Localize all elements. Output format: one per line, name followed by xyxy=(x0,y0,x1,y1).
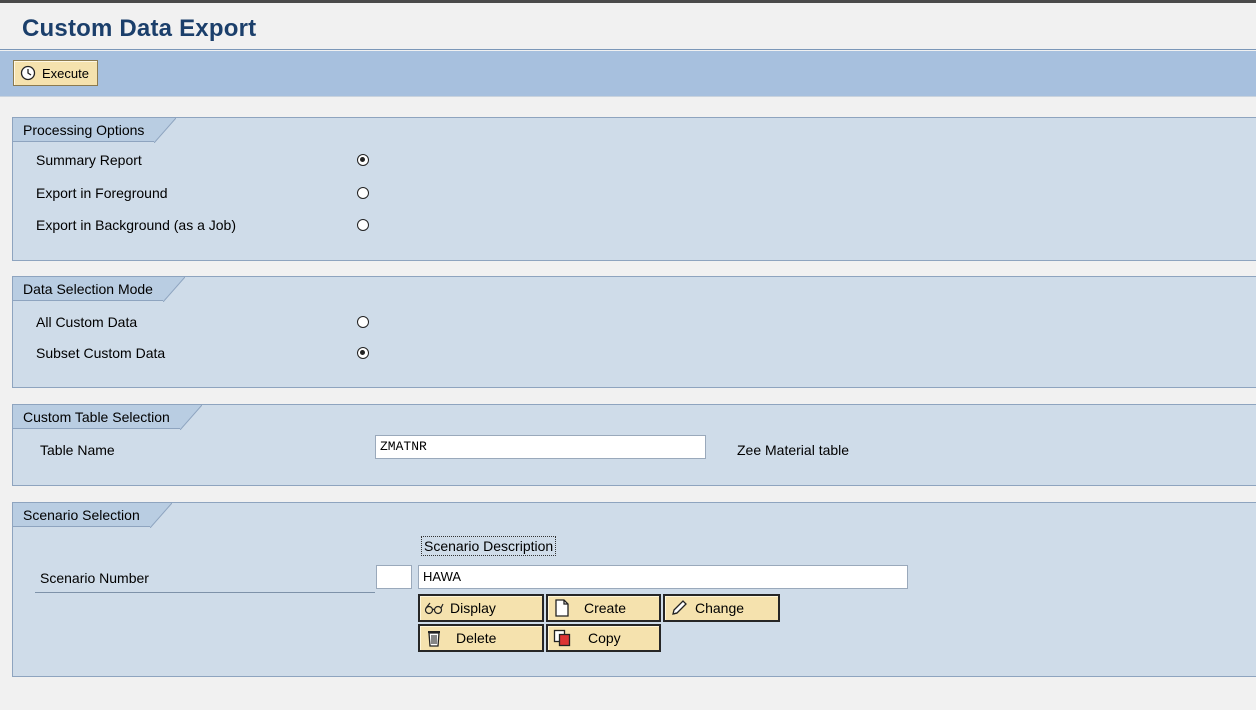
all-custom-data-label: All Custom Data xyxy=(36,314,138,330)
create-button[interactable]: Create xyxy=(546,594,661,622)
custom-table-selection-group: Custom Table Selection Table Name ZMATNR… xyxy=(12,404,1256,486)
pencil-icon xyxy=(669,598,689,618)
scenario-number-input[interactable] xyxy=(376,565,412,589)
scenario-selection-tab: Scenario Selection xyxy=(13,503,172,528)
glasses-icon xyxy=(424,598,444,618)
tab-slant-icon xyxy=(179,405,202,430)
scenario-number-label: Scenario Number xyxy=(40,570,149,586)
custom-table-selection-heading: Custom Table Selection xyxy=(13,405,180,429)
display-label: Display xyxy=(450,600,496,616)
export-background-label: Export in Background (as a Job) xyxy=(36,217,236,233)
trash-icon xyxy=(424,628,444,648)
custom-table-selection-tab: Custom Table Selection xyxy=(13,405,202,430)
export-background-radio[interactable] xyxy=(357,219,369,231)
table-name-label: Table Name xyxy=(40,442,115,458)
table-description-text: Zee Material table xyxy=(737,442,850,458)
execute-label: Execute xyxy=(42,65,89,81)
scenario-selection-heading: Scenario Selection xyxy=(13,503,150,527)
create-label: Create xyxy=(584,600,627,616)
tab-slant-icon xyxy=(149,503,172,528)
processing-options-group: Processing Options Summary Report Export… xyxy=(12,117,1256,261)
page-title: Custom Data Export xyxy=(22,15,257,42)
processing-options-heading: Processing Options xyxy=(13,118,155,142)
scenario-description-input[interactable]: HAWA xyxy=(418,565,908,589)
copy-icon xyxy=(552,628,572,648)
scenario-description-header[interactable]: Scenario Description xyxy=(421,536,557,556)
change-label: Change xyxy=(695,600,745,616)
display-button[interactable]: Display xyxy=(418,594,544,622)
execute-clock-icon xyxy=(20,65,36,81)
copy-label: Copy xyxy=(588,630,621,646)
delete-button[interactable]: Delete xyxy=(418,624,544,652)
scenario-number-underline xyxy=(35,592,375,593)
data-selection-mode-group: Data Selection Mode All Custom Data Subs… xyxy=(12,276,1256,388)
summary-report-label: Summary Report xyxy=(36,152,142,168)
change-button[interactable]: Change xyxy=(663,594,780,622)
data-selection-mode-heading: Data Selection Mode xyxy=(13,277,163,301)
all-custom-data-radio[interactable] xyxy=(357,316,369,328)
tab-slant-icon xyxy=(162,277,185,302)
table-name-input[interactable]: ZMATNR xyxy=(375,435,706,459)
scenario-selection-group: Scenario Selection Scenario Description … xyxy=(12,502,1256,677)
execute-button[interactable]: Execute xyxy=(13,60,98,86)
new-document-icon xyxy=(552,598,572,618)
processing-options-tab: Processing Options xyxy=(13,118,177,143)
tab-slant-icon xyxy=(154,118,177,143)
subset-custom-data-label: Subset Custom Data xyxy=(36,345,166,361)
delete-label: Delete xyxy=(456,630,497,646)
export-foreground-label: Export in Foreground xyxy=(36,185,168,201)
subset-custom-data-radio[interactable] xyxy=(357,347,369,359)
summary-report-radio[interactable] xyxy=(357,154,369,166)
title-bar: Custom Data Export xyxy=(0,3,1256,50)
application-toolbar: Execute xyxy=(0,51,1256,97)
copy-button[interactable]: Copy xyxy=(546,624,661,652)
data-selection-mode-tab: Data Selection Mode xyxy=(13,277,185,302)
export-foreground-radio[interactable] xyxy=(357,187,369,199)
